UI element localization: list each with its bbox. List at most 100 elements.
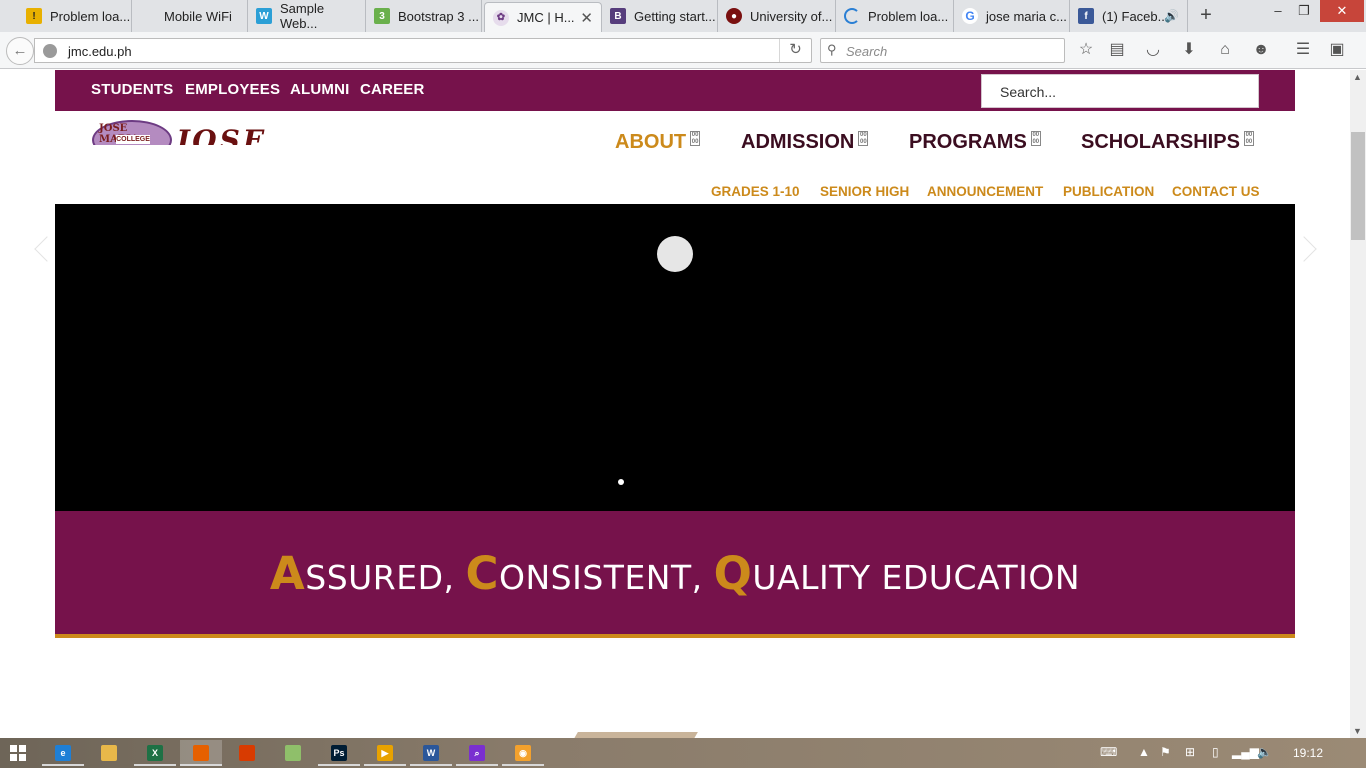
top-link-students[interactable]: STUDENTS <box>91 81 173 98</box>
taskbar-app-button[interactable]: X <box>134 740 176 766</box>
logo-wordmark: JOSE MARIA <box>176 124 268 145</box>
tab-jmc-active[interactable]: ✿ JMC | H... ✕ <box>484 2 602 32</box>
firefox-icon <box>193 745 209 761</box>
taskbar-app-button[interactable] <box>272 740 314 766</box>
w3-green-icon: 3 <box>374 8 390 24</box>
url-text[interactable]: jmc.edu.ph <box>68 44 132 59</box>
nav-about[interactable]: ABOUT 00 00 <box>615 131 701 154</box>
tab-facebook[interactable]: f (1) Faceb... 🔊 <box>1070 0 1188 32</box>
bootstrap-icon: B <box>610 8 626 24</box>
tab-problem-loading-2[interactable]: Problem loa... <box>836 0 954 32</box>
extension-icon[interactable]: ▣ <box>1325 38 1349 62</box>
site-logo[interactable]: JOSE MARIA COLLEGE JOSE MARIA <box>92 120 387 145</box>
scrollbar-thumb[interactable] <box>1351 132 1365 240</box>
taskbar-app-button[interactable]: e <box>42 740 84 766</box>
nav-about-label: ABOUT <box>615 131 687 153</box>
windows-icon[interactable]: ⊞ <box>1185 745 1195 759</box>
tab-university[interactable]: ● University of... <box>718 0 836 32</box>
reading-list-icon[interactable]: ▤ <box>1105 38 1129 62</box>
photoshop-icon: Ps <box>331 745 347 761</box>
taskbar-app-button[interactable]: ▶ <box>364 740 406 766</box>
word-icon: W <box>423 745 439 761</box>
volume-muted-icon[interactable]: 🔈 <box>1257 745 1272 759</box>
subnav-senior-high[interactable]: SENIOR HIGH <box>820 184 909 199</box>
download-icon[interactable]: ⬇ <box>1177 38 1201 62</box>
nav-programs[interactable]: PROGRAMS 00 00 <box>909 131 1041 154</box>
site-search-input[interactable]: Search... <box>981 74 1259 108</box>
back-button[interactable]: ← <box>6 37 34 65</box>
google-icon: G <box>962 8 978 24</box>
signal-icon[interactable]: ▂▄▆ <box>1232 745 1259 759</box>
show-hidden-icons-icon[interactable]: ▲ <box>1138 745 1150 759</box>
browser-search-box[interactable]: ⚲ Search <box>820 38 1065 63</box>
carousel-indicator-dot[interactable] <box>618 479 624 485</box>
nav-admission-label: ADMISSION <box>741 131 855 153</box>
top-utility-bar: STUDENTS EMPLOYEES ALUMNI CAREER Search.… <box>55 70 1295 111</box>
reload-button[interactable]: ↻ <box>779 39 811 62</box>
file-explorer-icon <box>101 745 117 761</box>
taskbar-app-button[interactable]: Ps <box>318 740 360 766</box>
tagline-word-2: ONSISTENT, <box>499 558 714 597</box>
facebook-icon: f <box>1078 8 1094 24</box>
home-icon[interactable]: ⌂ <box>1213 38 1237 62</box>
site-info-icon[interactable] <box>43 44 57 58</box>
new-tab-button[interactable]: + <box>1195 4 1217 26</box>
subnav-announcement[interactable]: ANNOUNCEMENT <box>927 184 1043 199</box>
page-scrollbar[interactable]: ▲ ▼ <box>1350 70 1366 738</box>
reload-icon: ↻ <box>789 41 802 58</box>
taskbar-app-button[interactable]: ◉ <box>502 740 544 766</box>
nav-admission[interactable]: ADMISSION 00 00 <box>741 131 869 154</box>
start-button[interactable] <box>10 745 26 761</box>
tab-label: (1) Faceb... <box>1102 8 1169 24</box>
tagline-initial-a: A <box>269 547 306 600</box>
taskbar-app-button[interactable] <box>88 740 130 766</box>
action-center-flag-icon[interactable]: ⚑ <box>1160 745 1171 759</box>
search-icon: ⚲ <box>827 42 837 57</box>
tab-label: jose maria c... <box>986 8 1067 24</box>
warning-icon: ! <box>26 8 42 24</box>
site-search-placeholder: Search... <box>1000 84 1057 100</box>
tagline-initial-c: C <box>465 547 499 600</box>
tab-label: Problem loa... <box>868 8 949 24</box>
tab-jose-maria-search[interactable]: G jose maria c... <box>954 0 1070 32</box>
tagline-word-3: UALITY EDUCATION <box>752 558 1081 597</box>
tab-bootstrap-3[interactable]: 3 Bootstrap 3 ... <box>366 0 482 32</box>
subnav-publication[interactable]: PUBLICATION <box>1063 184 1154 199</box>
carousel-next-arrow[interactable] <box>1291 236 1317 262</box>
close-tab-icon[interactable]: ✕ <box>580 9 593 27</box>
internet-explorer-icon: e <box>55 745 71 761</box>
browser-nav-bar: ← jmc.edu.ph ↻ ⚲ Search ☆ ▤ ◡ ⬇ ⌂ ☻ ☰ ▣ <box>0 32 1366 69</box>
top-link-employees[interactable]: EMPLOYEES <box>185 81 280 98</box>
keyboard-icon[interactable]: ⌨ <box>1100 745 1117 759</box>
speaker-icon[interactable]: 🔊 <box>1164 9 1179 23</box>
hero-carousel[interactable] <box>55 204 1295 511</box>
tab-problem-loading-1[interactable]: ! Problem loa... <box>18 0 132 32</box>
pocket-icon[interactable]: ◡ <box>1141 38 1165 62</box>
tab-label: JMC | H... <box>517 10 575 25</box>
subnav-contact-us[interactable]: CONTACT US <box>1172 184 1260 199</box>
scroll-up-arrow-icon[interactable]: ▲ <box>1353 72 1362 82</box>
battery-icon[interactable]: ▯ <box>1212 745 1219 759</box>
scroll-down-arrow-icon[interactable]: ▼ <box>1353 726 1362 736</box>
restore-button[interactable]: ❐ <box>1289 0 1319 22</box>
url-bar[interactable]: jmc.edu.ph ↻ <box>34 38 812 63</box>
menu-icon[interactable]: ☰ <box>1291 38 1315 62</box>
taskbar-clock[interactable]: 19:12 <box>1293 746 1323 760</box>
tab-sample-web[interactable]: W Sample Web... <box>248 0 366 32</box>
search-placeholder: Search <box>846 44 888 59</box>
taskbar-app-button[interactable]: W <box>410 740 452 766</box>
taskbar-app-button[interactable] <box>180 740 222 766</box>
top-link-alumni[interactable]: ALUMNI <box>290 81 350 98</box>
seal-subtext: COLLEGE <box>116 135 150 144</box>
taskbar-app-button[interactable]: ⌕ <box>456 740 498 766</box>
top-link-career[interactable]: CAREER <box>360 81 425 98</box>
nav-scholarships[interactable]: SCHOLARSHIPS 00 00 <box>1081 131 1254 154</box>
bookmark-star-icon[interactable]: ☆ <box>1074 38 1098 62</box>
subnav-grades[interactable]: GRADES 1-10 <box>711 184 800 199</box>
tab-getting-started[interactable]: B Getting start... <box>602 0 718 32</box>
chat-icon[interactable]: ☻ <box>1249 38 1273 62</box>
tab-mobile-wifi[interactable]: Mobile WiFi <box>132 0 248 32</box>
taskbar-app-button[interactable] <box>226 740 268 766</box>
tab-label: Problem loa... <box>50 8 131 24</box>
close-window-button[interactable]: ✕ <box>1320 0 1364 22</box>
